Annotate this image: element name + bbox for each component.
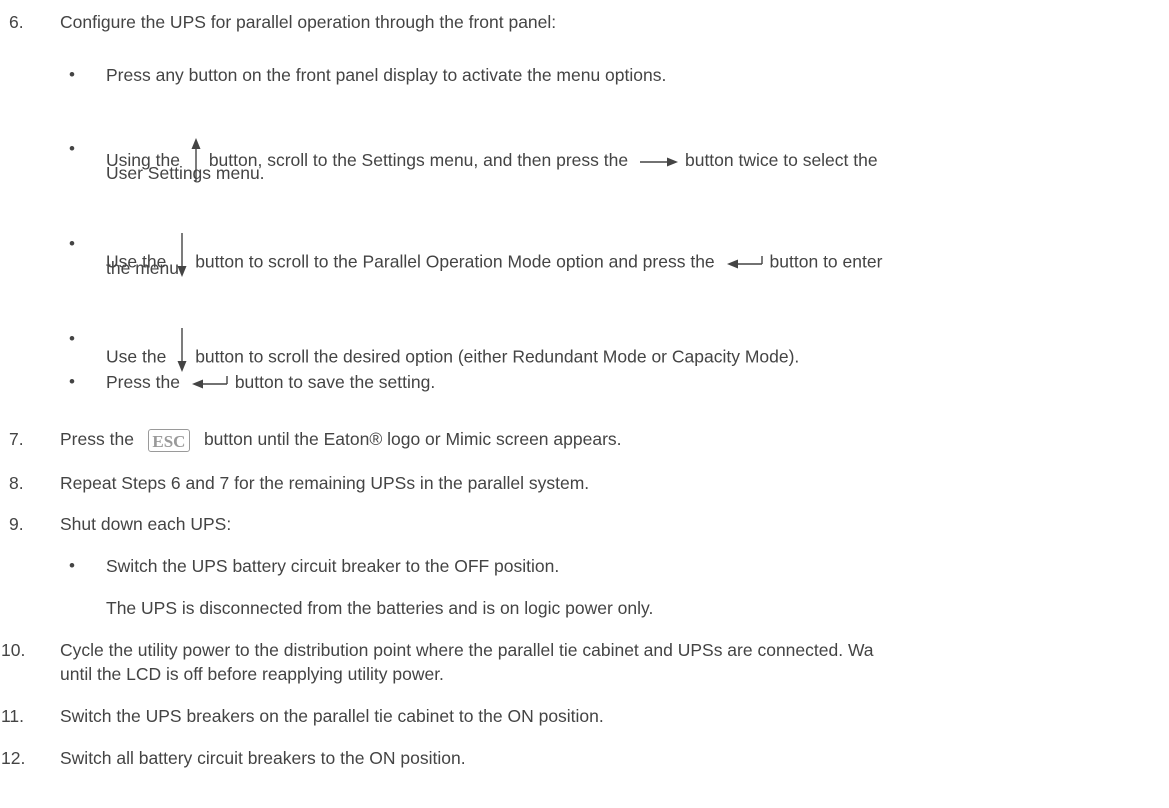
- step-text: Shut down each UPS:: [60, 514, 232, 534]
- step-number: 6.: [9, 12, 24, 32]
- bullet: •: [69, 329, 75, 348]
- step-text-line: Press the ESC button until the Eaton® logo…: [60, 427, 622, 452]
- bullet-text: the menu.: [106, 258, 184, 278]
- step-number: 12.: [1, 748, 26, 768]
- step-text: Cycle the utility power to the distribut…: [60, 640, 874, 660]
- step-text: Switch the UPS breakers on the parallel …: [60, 706, 604, 726]
- step-number: 7.: [9, 429, 24, 449]
- bullet: •: [69, 65, 75, 84]
- bullet: •: [69, 139, 75, 158]
- bullet-text: button, scroll to the Settings menu, and…: [208, 150, 629, 171]
- bullet-text-line: Use the button to scroll to the Parallel…: [106, 232, 882, 294]
- bullet: •: [69, 372, 75, 391]
- bullet-text: button to scroll the desired option (eit…: [195, 346, 800, 367]
- bullet-text: User Settings menu.: [106, 163, 265, 183]
- step-number: 8.: [9, 473, 24, 493]
- bullet: •: [69, 556, 75, 575]
- step-text: Press the: [60, 429, 134, 449]
- step-text: button until the Eaton® logo or Mimic sc…: [203, 429, 622, 449]
- bullet: •: [69, 234, 75, 253]
- enter-icon: [726, 251, 764, 275]
- bullet-text: button to save the setting.: [234, 372, 436, 392]
- bullet-text: Switch the UPS battery circuit breaker t…: [106, 556, 560, 576]
- step-text: Switch all battery circuit breakers to t…: [60, 748, 466, 768]
- bullet-text: button twice to select the: [684, 150, 878, 171]
- bullet-text: button to scroll to the Parallel Operati…: [195, 251, 715, 272]
- step-number: 11.: [1, 706, 25, 726]
- bullet-text: button to enter: [769, 251, 883, 272]
- enter-icon: [191, 371, 229, 395]
- note-text: The UPS is disconnected from the batteri…: [106, 598, 654, 618]
- bullet-text-line: Press the button to save the setting.: [106, 370, 435, 395]
- bullet-text: Press the: [106, 372, 180, 392]
- step-text: until the LCD is off before reapplying u…: [60, 664, 444, 684]
- esc-key-icon: ESC: [147, 428, 190, 452]
- step-number: 9.: [9, 514, 24, 534]
- step-number: 10.: [1, 640, 26, 660]
- step-text: Repeat Steps 6 and 7 for the remaining U…: [60, 473, 590, 493]
- bullet-text: Use the: [106, 346, 167, 367]
- step-text: Configure the UPS for parallel operation…: [60, 12, 557, 32]
- bullet-text: Press any button on the front panel disp…: [106, 65, 667, 85]
- right-arrow-icon: [639, 150, 679, 174]
